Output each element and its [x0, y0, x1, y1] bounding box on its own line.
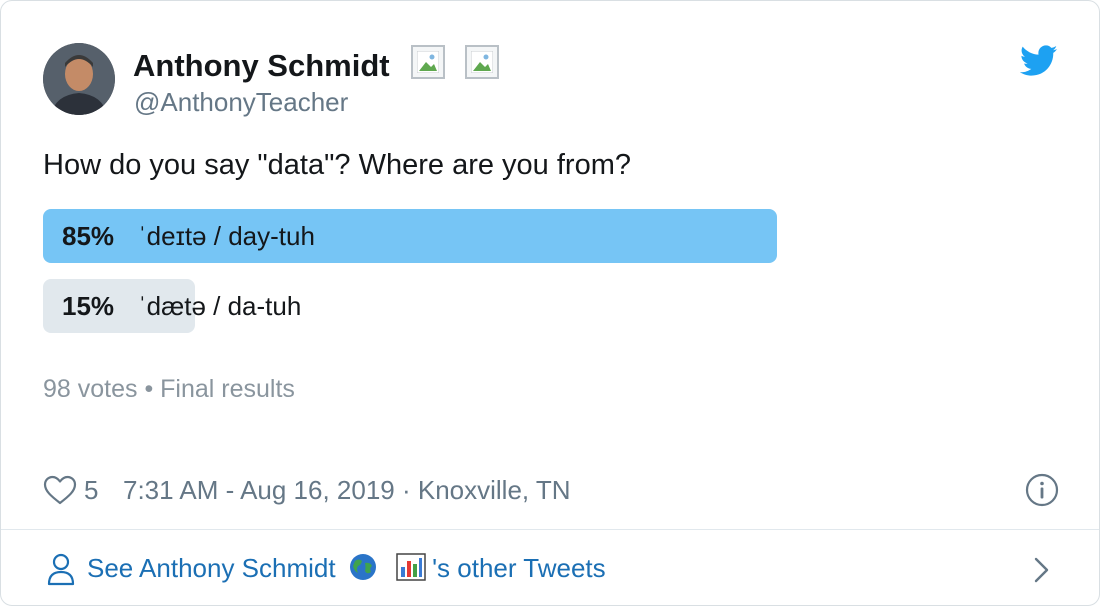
like-count[interactable]: 5 [84, 475, 98, 506]
tweet-timestamp[interactable]: 7:31 AM - Aug 16, 2019 · Knoxville, TN [123, 475, 571, 506]
twitter-bird-icon[interactable] [1020, 45, 1058, 77]
author-handle[interactable]: @AnthonyTeacher [134, 87, 348, 118]
user-icon [47, 553, 75, 586]
poll-percent: 15% [62, 291, 115, 321]
see-more-suffix: 's other Tweets [432, 553, 606, 583]
see-more-tweets-link[interactable]: See Anthony Schmidt 's other Tweets [1, 530, 1099, 605]
broken-image-icon [411, 45, 445, 79]
poll-percent: 85% [62, 221, 115, 251]
see-more-text[interactable]: See Anthony Schmidt 's other Tweets [87, 553, 606, 588]
tweet-text: How do you say "data"? Where are you fro… [43, 149, 631, 181]
info-icon[interactable] [1025, 473, 1059, 507]
chevron-right-icon[interactable] [1033, 556, 1051, 584]
poll-status: 98 votes • Final results [43, 375, 295, 403]
see-more-prefix: See Anthony Schmidt [87, 553, 336, 583]
bar-chart-icon [396, 553, 426, 588]
avatar[interactable] [43, 43, 115, 115]
globe-icon [349, 553, 377, 588]
poll-label: ˈdeɪtə / day-tuh [138, 221, 315, 251]
tweet-footer: 5 7:31 AM - Aug 16, 2019 · Knoxville, TN [43, 473, 1063, 507]
poll-label: ˈdætə / da-tuh [138, 291, 302, 321]
poll-option: 15% ˈdætə / da-tuh [43, 279, 907, 333]
poll-option: 85% ˈdeɪtə / day-tuh [43, 209, 907, 263]
broken-image-icon [465, 45, 499, 79]
author-name[interactable]: Anthony Schmidt [133, 48, 390, 84]
heart-icon[interactable] [43, 475, 77, 505]
tweet-card: Anthony Schmidt @AnthonyTeacher How do y… [0, 0, 1100, 606]
avatar-image [43, 43, 115, 115]
